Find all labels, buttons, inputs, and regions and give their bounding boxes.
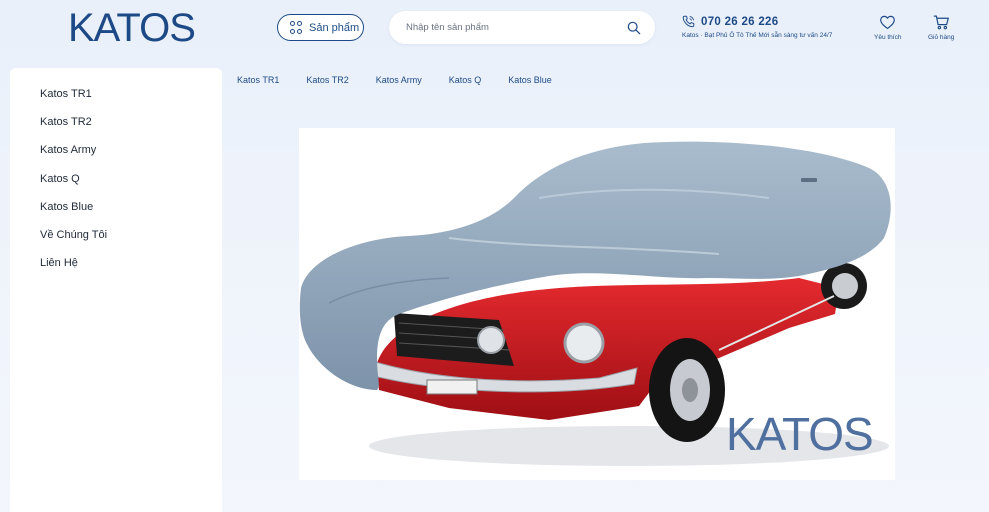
phone-number[interactable]: 070 26 26 226 <box>701 16 778 28</box>
wishlist-label: Yêu thích <box>874 34 902 41</box>
category-sidebar: Katos TR1 Katos TR2 Katos Army Katos Q K… <box>10 68 222 512</box>
heart-icon <box>880 15 896 30</box>
topnav-item-katos-blue[interactable]: Katos Blue <box>508 75 552 85</box>
site-header: KATOS Sản phẩm 070 26 26 226 Katos · Bạt… <box>0 0 989 58</box>
hero-banner[interactable]: KATOS <box>299 128 895 480</box>
topnav-item-katos-army[interactable]: Katos Army <box>376 75 422 85</box>
sidebar-item-katos-blue[interactable]: Katos Blue <box>10 200 222 228</box>
sidebar-item-katos-tr2[interactable]: Katos TR2 <box>10 115 222 143</box>
search-bar <box>389 11 655 44</box>
top-category-nav: Katos TR1 Katos TR2 Katos Army Katos Q K… <box>237 75 579 85</box>
products-menu-button[interactable]: Sản phẩm <box>277 14 364 41</box>
products-button-label: Sản phẩm <box>309 21 360 34</box>
topnav-item-katos-tr2[interactable]: Katos TR2 <box>306 75 348 85</box>
cart-icon <box>933 15 949 30</box>
sidebar-item-katos-army[interactable]: Katos Army <box>10 143 222 171</box>
phone-icon <box>682 15 695 28</box>
sidebar-item-katos-tr1[interactable]: Katos TR1 <box>10 87 222 115</box>
katos-logo[interactable]: KATOS <box>68 8 196 48</box>
cart-label: Giỏ hàng <box>928 34 955 41</box>
wishlist-button[interactable]: Yêu thích <box>874 14 901 41</box>
sidebar-item-about-us[interactable]: Về Chúng Tôi <box>10 228 222 256</box>
banner-katos-logo: KATOS <box>726 408 874 460</box>
topnav-item-katos-tr1[interactable]: Katos TR1 <box>237 75 279 85</box>
cart-button[interactable]: Giỏ hàng <box>928 14 954 41</box>
contact-tagline: Katos · Bạt Phủ Ô Tô Thế Mới sẵn sàng tư… <box>682 32 833 39</box>
contact-info: 070 26 26 226 Katos · Bạt Phủ Ô Tô Thế M… <box>682 15 833 40</box>
sidebar-item-katos-q[interactable]: Katos Q <box>10 172 222 200</box>
sidebar-item-contact[interactable]: Liên Hệ <box>10 256 222 284</box>
search-icon[interactable] <box>627 21 641 35</box>
grid-icon <box>290 21 303 34</box>
topnav-item-katos-q[interactable]: Katos Q <box>449 75 482 85</box>
search-input[interactable] <box>389 22 627 33</box>
